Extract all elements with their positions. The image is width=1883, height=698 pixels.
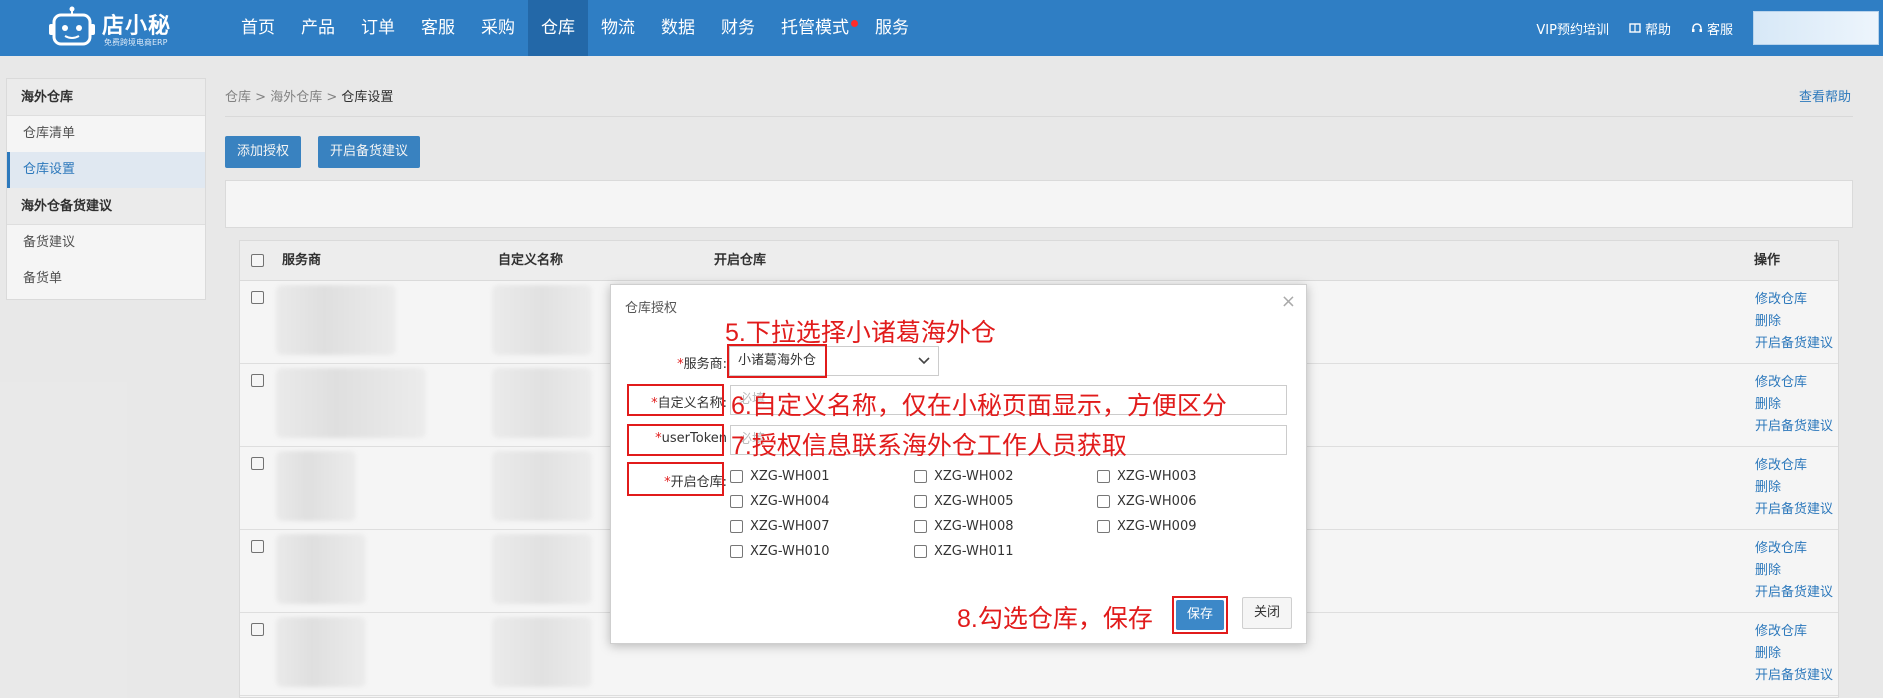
- top-bar: 店小秘 免费跨境电商ERP 首页 产品 订单 客服 采购 仓库 物流 数据 财务…: [0, 0, 1883, 56]
- checkbox[interactable]: [730, 470, 743, 483]
- highlight-box-warehouses: [627, 462, 724, 496]
- warehouse-code: XZG-WH008: [934, 519, 1014, 534]
- annotation-step6: 6.自定义名称，仅在小秘页面显示，方便区分: [731, 392, 1227, 420]
- checkbox[interactable]: [914, 470, 927, 483]
- nav-item-finance[interactable]: 财务: [708, 0, 768, 56]
- nav-item-customer-service[interactable]: 客服: [408, 0, 468, 56]
- brand-tagline: 免费跨境电商ERP: [104, 38, 168, 47]
- warehouse-code: XZG-WH003: [1117, 469, 1197, 484]
- vip-training-link[interactable]: VIP预约培训: [1536, 19, 1609, 38]
- warehouse-checkbox-wh005[interactable]: XZG-WH005: [914, 494, 1014, 509]
- customer-service-link[interactable]: 客服: [1691, 19, 1733, 38]
- nav-item-logistics[interactable]: 物流: [588, 0, 648, 56]
- nav-item-services[interactable]: 服务: [862, 0, 922, 56]
- brand-name: 店小秘: [102, 14, 172, 39]
- notification-dot: [851, 20, 858, 27]
- user-account-box[interactable]: [1753, 11, 1879, 45]
- help-top-link[interactable]: 帮助: [1629, 19, 1671, 38]
- provider-label-text: 服务商:: [683, 357, 727, 372]
- nav-item-products[interactable]: 产品: [288, 0, 348, 56]
- highlight-box-custom-name: [627, 384, 724, 416]
- checkbox[interactable]: [730, 520, 743, 533]
- warehouse-checkbox-wh004[interactable]: XZG-WH004: [730, 494, 830, 509]
- dialog-title: 仓库授权: [625, 301, 678, 316]
- checkbox[interactable]: [914, 520, 927, 533]
- provider-label: *服务商:: [651, 353, 727, 372]
- warehouse-code: XZG-WH002: [934, 469, 1014, 484]
- warehouse-checkbox-wh011[interactable]: XZG-WH011: [914, 544, 1014, 559]
- highlight-box-save: [1172, 596, 1228, 634]
- checkbox[interactable]: [1097, 520, 1110, 533]
- nav-item-managed-mode-label: 托管模式: [781, 18, 849, 38]
- vip-training-label: VIP预约培训: [1536, 22, 1609, 38]
- highlight-box-user-token: [627, 424, 724, 456]
- highlight-box-provider: [727, 344, 827, 378]
- help-top-label: 帮助: [1644, 22, 1671, 38]
- checkbox[interactable]: [730, 495, 743, 508]
- nav-item-home[interactable]: 首页: [228, 0, 288, 56]
- brand-logo[interactable]: 店小秘 免费跨境电商ERP: [48, 4, 178, 50]
- warehouse-authorization-dialog: 仓库授权 × 5.下拉选择小诸葛海外仓 *服务商: 小诸葛海外仓 *自定义名称:…: [610, 284, 1307, 644]
- warehouse-code: XZG-WH010: [750, 544, 830, 559]
- warehouse-code: XZG-WH011: [934, 544, 1014, 559]
- warehouse-code: XZG-WH005: [934, 494, 1014, 509]
- nav-item-orders[interactable]: 订单: [348, 0, 408, 56]
- warehouse-checkbox-wh007[interactable]: XZG-WH007: [730, 519, 830, 534]
- checkbox[interactable]: [914, 545, 927, 558]
- robot-logo-icon: [49, 6, 95, 46]
- warehouse-checkbox-wh008[interactable]: XZG-WH008: [914, 519, 1014, 534]
- warehouse-checkbox-wh009[interactable]: XZG-WH009: [1097, 519, 1197, 534]
- nav-item-warehouse[interactable]: 仓库: [528, 0, 588, 56]
- annotation-step8: 8.勾选仓库，保存: [957, 605, 1153, 633]
- customer-service-label: 客服: [1706, 22, 1733, 38]
- warehouse-checkbox-wh003[interactable]: XZG-WH003: [1097, 469, 1197, 484]
- nav-item-purchasing[interactable]: 采购: [468, 0, 528, 56]
- warehouse-code: XZG-WH007: [750, 519, 830, 534]
- warehouse-checkbox-wh001[interactable]: XZG-WH001: [730, 469, 830, 484]
- warehouse-checkbox-wh010[interactable]: XZG-WH010: [730, 544, 830, 559]
- checkbox[interactable]: [1097, 470, 1110, 483]
- close-icon[interactable]: ×: [1281, 291, 1296, 312]
- nav-item-managed-mode[interactable]: 托管模式: [768, 0, 862, 56]
- headset-icon: [1691, 23, 1702, 32]
- nav-item-data[interactable]: 数据: [648, 0, 708, 56]
- top-right-links: VIP预约培训 帮助 客服: [1536, 0, 1883, 56]
- warehouse-checkbox-wh006[interactable]: XZG-WH006: [1097, 494, 1197, 509]
- warehouse-code: XZG-WH001: [750, 469, 830, 484]
- checkbox[interactable]: [1097, 495, 1110, 508]
- checkbox[interactable]: [730, 545, 743, 558]
- close-button[interactable]: 关闭: [1242, 597, 1292, 629]
- warehouse-code: XZG-WH006: [1117, 494, 1197, 509]
- annotation-step7: 7.授权信息联系海外仓工作人员获取: [731, 432, 1127, 460]
- warehouse-code: XZG-WH009: [1117, 519, 1197, 534]
- warehouse-code: XZG-WH004: [750, 494, 830, 509]
- main-nav: 首页 产品 订单 客服 采购 仓库 物流 数据 财务 托管模式 服务: [228, 0, 922, 56]
- book-icon: [1629, 23, 1641, 33]
- chevron-down-icon: [918, 357, 930, 365]
- warehouse-checkbox-wh002[interactable]: XZG-WH002: [914, 469, 1014, 484]
- checkbox[interactable]: [914, 495, 927, 508]
